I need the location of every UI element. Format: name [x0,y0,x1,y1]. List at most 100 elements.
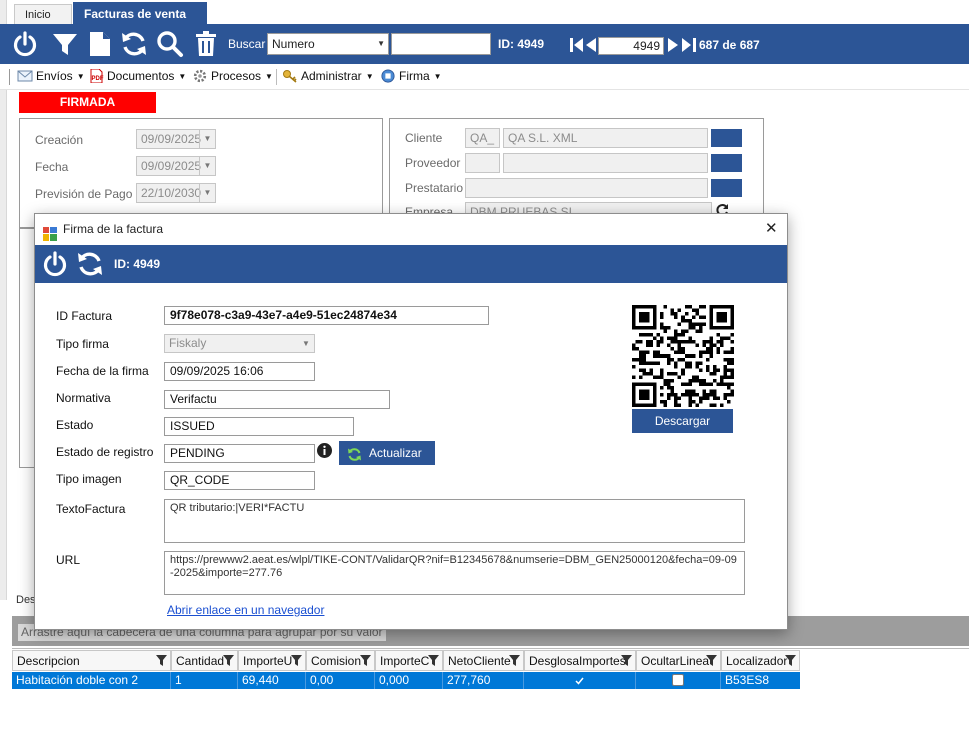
prestatario-lookup-button[interactable] [711,179,742,197]
actualizar-label: Actualizar [369,446,422,460]
record-count: 687 de 687 [699,38,760,52]
record-id: ID: 4949 [498,37,545,51]
id-factura-field[interactable]: 9f78e078-c3a9-43e7-a4e9-51ec24874e34 [164,306,489,325]
column-header-importec[interactable]: ImporteC [375,650,443,671]
estado-field[interactable]: ISSUED [164,417,354,436]
search-label: Buscar [228,37,266,51]
prestatario-field[interactable] [465,178,708,198]
power-icon[interactable] [11,30,39,58]
search-field-select[interactable]: Numero ▼ [267,33,389,55]
tipo-firma-select[interactable]: Fiskaly ▼ [164,334,315,353]
cell-comision[interactable]: 0,00 [306,672,375,689]
window-edge [0,0,7,600]
filter-icon[interactable] [51,30,79,58]
refresh-icon [347,446,362,461]
creacion-label: Creación [35,133,84,147]
chevron-down-icon: ▼ [302,339,310,348]
filter-icon[interactable] [509,655,520,666]
column-header-desglosaimportes[interactable]: DesglosaImportes [524,650,636,671]
cell-cantidad[interactable]: 1 [171,672,238,689]
last-record-icon[interactable] [682,38,696,52]
refresh-icon[interactable] [76,250,104,278]
grid-section-label: Des [16,594,36,606]
cell-descripcion[interactable]: Habitación doble con 2 adultos [12,672,171,703]
menu-bar: Envíos ▼ PDF Documentos ▼ Procesos ▼ Adminis… [0,64,969,90]
ocultar-checkbox[interactable] [672,674,684,686]
search-field-value: Numero [272,37,315,51]
proveedor-code-field[interactable] [465,153,500,173]
record-number-input[interactable]: 4949 [598,37,664,55]
status-badge: FIRMADA [19,92,156,113]
creacion-field[interactable]: 09/09/2025 ▼ [136,129,216,149]
dialog-toolbar: ID: 4949 [35,245,787,283]
filter-icon[interactable] [621,655,632,666]
cliente-name-field[interactable]: QA S.L. XML [503,128,708,148]
cell-netocliente[interactable]: 277,760 [443,672,524,689]
url-label: URL [56,553,81,567]
tipo-imagen-label: Tipo imagen [56,472,122,486]
id-factura-label: ID Factura [56,309,113,323]
texto-factura-field[interactable]: QR tributario:|VERI*FACTU [164,499,745,543]
fecha-field[interactable]: 09/09/2025 ▼ [136,156,216,176]
refresh-icon[interactable] [120,30,148,58]
tab-inicio[interactable]: Inicio [14,4,72,25]
column-header-descripcion[interactable]: Descripcion [12,650,171,671]
svg-text:PDF: PDF [92,76,104,82]
search-icon[interactable] [156,30,184,58]
proveedor-lookup-button[interactable] [711,154,742,172]
estado-registro-field[interactable]: PENDING [164,444,315,463]
tipo-firma-label: Tipo firma [56,337,109,351]
menu-administrar[interactable]: Administrar ▼ [282,69,374,83]
filter-icon[interactable] [291,655,302,666]
pdf-icon: PDF [88,68,104,84]
open-link[interactable]: Abrir enlace en un navegador [167,603,324,617]
cell-importec[interactable]: 0,000 [375,672,443,689]
estado-label: Estado [56,418,94,432]
filter-icon[interactable] [785,655,796,666]
tipo-imagen-field[interactable]: QR_CODE [164,471,315,490]
actualizar-button[interactable]: Actualizar [339,441,435,465]
tab-facturas-de-venta[interactable]: Facturas de venta [73,2,207,25]
menu-separator [276,69,277,85]
desglosa-checkbox[interactable] [574,675,585,686]
column-header-netocliente[interactable]: NetoCliente [443,650,524,671]
cliente-code-field[interactable]: QA_ [465,128,500,148]
power-icon[interactable] [41,250,69,278]
chevron-down-icon: ▼ [199,157,215,175]
new-document-icon[interactable] [86,30,114,58]
first-record-icon[interactable] [570,38,584,52]
column-header-ocultarlinea[interactable]: OcultarLinea [636,650,721,671]
normativa-field[interactable]: Verifactu [164,390,390,409]
column-header-cantidad[interactable]: Cantidad [171,650,238,671]
dialog-record-id: ID: 4949 [114,257,161,271]
menu-firma[interactable]: Firma ▼ [380,69,442,83]
info-icon[interactable] [317,443,332,458]
dialog-title-bar: Firma de la factura ✕ [35,214,787,244]
filter-icon[interactable] [360,655,371,666]
filter-icon[interactable] [156,655,167,666]
key-icon [282,69,298,83]
filter-icon[interactable] [223,655,234,666]
descargar-button[interactable]: Descargar [632,409,733,433]
next-record-icon[interactable] [668,38,678,52]
filter-icon[interactable] [428,655,439,666]
prevision-pago-field[interactable]: 22/10/2030 ▼ [136,183,216,203]
trash-icon[interactable] [192,30,220,58]
column-header-localizador[interactable]: Localizador [721,650,800,671]
fecha-firma-field[interactable]: 09/09/2025 16:06 [164,362,315,381]
cell-localizador[interactable]: B53ES8 [721,672,800,689]
cliente-lookup-button[interactable] [711,129,742,147]
column-header-importeu[interactable]: ImporteU [238,650,306,671]
column-header-comision[interactable]: Comision [306,650,375,671]
menu-envios[interactable]: Envíos ▼ [17,69,85,83]
chevron-down-icon: ▼ [377,39,385,48]
close-icon[interactable]: ✕ [765,214,778,244]
previous-record-icon[interactable] [586,38,596,52]
filter-icon[interactable] [706,655,717,666]
menu-documentos[interactable]: PDF Documentos ▼ [88,68,186,84]
cell-importeu[interactable]: 69,440 [238,672,306,689]
menu-procesos[interactable]: Procesos ▼ [192,69,273,83]
search-input[interactable] [391,33,491,55]
proveedor-name-field[interactable] [503,153,708,173]
url-field[interactable]: https://prewww2.aeat.es/wlpl/TIKE-CONT/V… [164,551,745,595]
